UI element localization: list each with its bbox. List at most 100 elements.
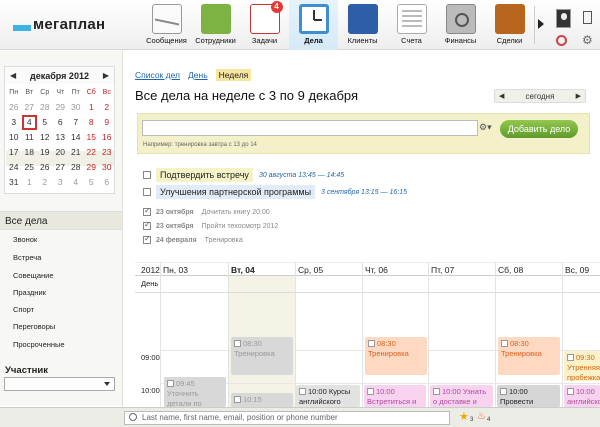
event[interactable]: 08:30 Тренировка <box>365 337 427 375</box>
avatar[interactable] <box>556 9 571 28</box>
calendar-day[interactable]: 16 <box>99 130 115 145</box>
people-search-input[interactable]: Last name, first name, email, position o… <box>124 411 450 425</box>
calendar-day[interactable]: 26 <box>6 100 22 115</box>
event-checkbox[interactable] <box>567 354 574 361</box>
nav-employees[interactable]: Сотрудники <box>191 0 240 50</box>
event-checkbox[interactable] <box>567 388 574 395</box>
calendar-day[interactable]: 5 <box>37 115 53 130</box>
event-checkbox[interactable] <box>367 388 374 395</box>
calendar-day[interactable]: 25 <box>22 160 38 175</box>
done-text[interactable]: Дочитать книгу 20:00 <box>202 209 270 216</box>
sidebar-item-negotiations[interactable]: Переговоры <box>13 322 55 331</box>
logout-door-icon[interactable] <box>583 11 592 24</box>
done-checkbox[interactable] <box>143 234 151 244</box>
calendar-prev-icon[interactable]: ◀ <box>10 71 16 80</box>
event[interactable]: 10:15 <box>231 393 293 407</box>
day-header-sun[interactable]: Вс, 09 <box>565 265 589 275</box>
event-checkbox[interactable] <box>234 340 241 347</box>
sidebar-item-overdue[interactable]: Просроченные <box>13 340 65 349</box>
sidebar-title[interactable]: Все дела <box>0 211 122 230</box>
nav-deals-affairs[interactable]: Дела <box>289 0 338 50</box>
add-task-button[interactable]: Добавить дело <box>500 120 578 138</box>
gear-icon[interactable]: ⚙ <box>582 34 593 46</box>
event[interactable]: 10:00 Узнать о доставке и <box>430 385 493 407</box>
day-header-sat[interactable]: Сб, 08 <box>498 265 523 275</box>
calendar-day[interactable]: 18 <box>22 145 38 160</box>
calendar-day[interactable]: 1 <box>84 100 100 115</box>
done-checkbox[interactable] <box>143 206 151 216</box>
task-title[interactable]: Улучшения партнерской программы <box>156 185 316 199</box>
done-task-row[interactable]: 24 февраля Тренировка <box>143 234 243 244</box>
calendar-day[interactable]: 29 <box>84 160 100 175</box>
nav-bills[interactable]: Счета <box>387 0 436 50</box>
alarm-clock-icon[interactable] <box>556 35 567 46</box>
logo[interactable]: мегаплан <box>13 15 105 33</box>
calendar-day[interactable]: 3 <box>6 115 22 130</box>
event[interactable]: 08:30 Тренировка <box>231 337 293 375</box>
event-checkbox[interactable] <box>433 388 440 395</box>
today-button[interactable]: сегодня <box>526 92 555 101</box>
expand-arrow-icon[interactable] <box>538 19 544 29</box>
fire-icon[interactable]: ♨ <box>477 411 486 423</box>
event-checkbox[interactable] <box>500 388 507 395</box>
sidebar-item-conference[interactable]: Совещание <box>13 271 54 280</box>
calendar-next-icon[interactable]: ▶ <box>103 71 109 80</box>
calendar-day[interactable]: 19 <box>37 145 53 160</box>
settings-gear-icon[interactable]: ⚙▾ <box>479 122 492 133</box>
nav-finance[interactable]: Финансы <box>436 0 485 50</box>
sidebar-item-sport[interactable]: Спорт <box>13 305 34 314</box>
calendar-day[interactable]: 28 <box>37 100 53 115</box>
event-checkbox[interactable] <box>167 380 174 387</box>
event[interactable]: 08:30 Тренировка <box>498 337 560 375</box>
done-checkbox[interactable] <box>143 220 151 230</box>
star-icon[interactable]: ★ <box>459 411 469 423</box>
calendar-day[interactable]: 13 <box>53 130 69 145</box>
link-list[interactable]: Список дел <box>135 70 180 81</box>
calendar-day[interactable]: 6 <box>53 115 69 130</box>
event-checkbox[interactable] <box>368 340 375 347</box>
task-title[interactable]: Подтвердить встречу <box>156 168 253 182</box>
calendar-day[interactable]: 30 <box>99 160 115 175</box>
event-checkbox[interactable] <box>501 340 508 347</box>
calendar-day[interactable]: 17 <box>6 145 22 160</box>
event[interactable]: 10:00 Встретиться и <box>364 385 426 407</box>
calendar-day[interactable]: 2 <box>99 100 115 115</box>
task-checkbox[interactable] <box>143 188 151 196</box>
next-week-icon[interactable]: ▶ <box>576 92 581 100</box>
calendar-day[interactable]: 22 <box>84 145 100 160</box>
calendar-day[interactable]: 10 <box>6 130 22 145</box>
calendar-day[interactable]: 27 <box>22 100 38 115</box>
calendar-day[interactable]: 2 <box>37 175 53 190</box>
calendar-day[interactable]: 3 <box>53 175 69 190</box>
calendar-day[interactable]: 29 <box>53 100 69 115</box>
event[interactable]: 10:00 Курсы английского <box>296 385 360 407</box>
sidebar-item-holiday[interactable]: Праздник <box>13 288 46 297</box>
nav-tasks[interactable]: Задачи <box>240 0 289 50</box>
calendar-day[interactable]: 1 <box>22 175 38 190</box>
participant-select[interactable] <box>4 377 115 391</box>
calendar-day[interactable]: 31 <box>6 175 22 190</box>
task-row[interactable]: Улучшения партнерской программы 3 сентяб… <box>143 185 407 199</box>
calendar-day[interactable]: 24 <box>6 160 22 175</box>
calendar-day[interactable]: 4 <box>68 175 84 190</box>
calendar-day[interactable]: 9 <box>99 115 115 130</box>
day-header-thu[interactable]: Чт, 06 <box>365 265 388 275</box>
prev-week-icon[interactable]: ◀ <box>499 92 504 100</box>
calendar-day[interactable]: 28 <box>68 160 84 175</box>
calendar-day[interactable]: 8 <box>84 115 100 130</box>
day-header-tue[interactable]: Вт, 04 <box>231 265 255 275</box>
nav-clients[interactable]: Клиенты <box>338 0 387 50</box>
done-text[interactable]: Тренировка <box>205 237 243 244</box>
task-checkbox[interactable] <box>143 171 151 179</box>
link-week[interactable]: Неделя <box>215 69 252 81</box>
event[interactable]: 09:30 Утренняя пробежка <box>564 351 600 381</box>
sidebar-item-call[interactable]: Звонок <box>13 235 37 244</box>
event[interactable]: 10:00 Провести <box>497 385 560 407</box>
calendar-day[interactable]: 11 <box>22 130 38 145</box>
calendar-day[interactable]: 6 <box>99 175 115 190</box>
event[interactable]: 09:45Уточнить детали по проекту <box>164 377 226 407</box>
day-header-fri[interactable]: Пт, 07 <box>431 265 454 275</box>
event[interactable]: 10:00английского <box>564 385 600 407</box>
task-row[interactable]: Подтвердить встречу 30 августа 13:45 — 1… <box>143 168 344 182</box>
calendar-day[interactable]: 12 <box>37 130 53 145</box>
